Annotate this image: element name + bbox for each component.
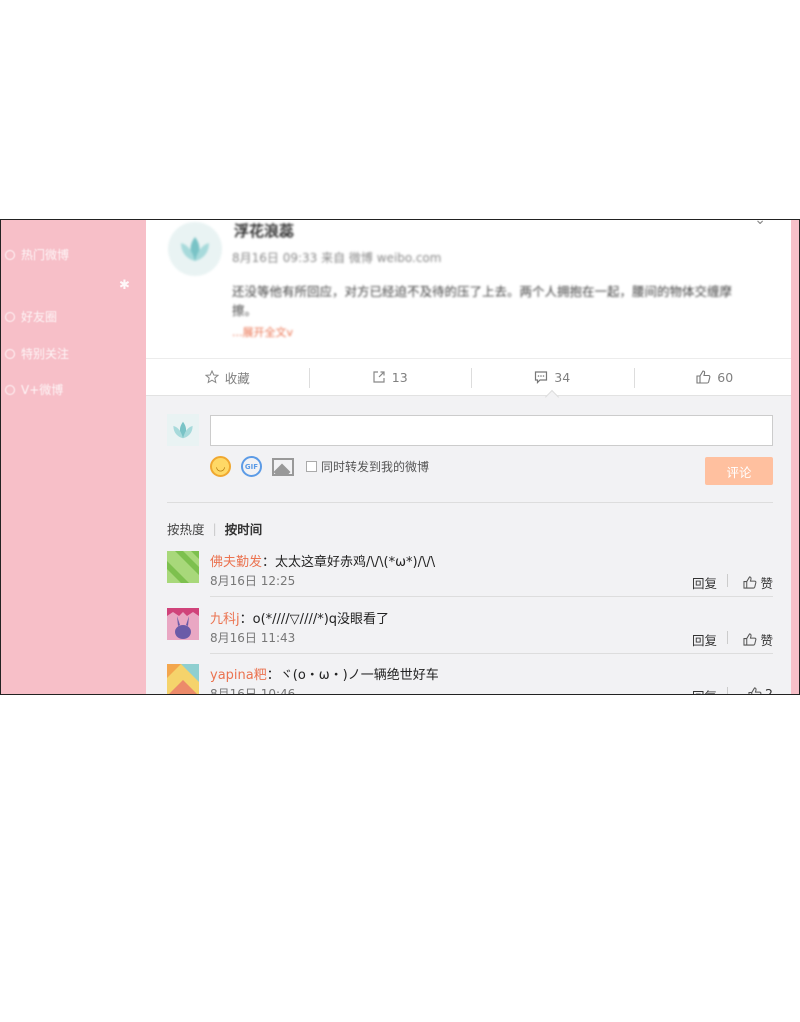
like-label: 赞	[760, 576, 773, 591]
sort-by-hot[interactable]: 按热度	[167, 519, 205, 538]
avatar[interactable]	[168, 222, 222, 276]
reply-button[interactable]: 回复	[692, 630, 717, 649]
list-item: 九科j：o(*////▽////*)q没眼看了 8月16日 11:43 回复 赞	[167, 608, 773, 664]
expand-label: ...展开全文	[232, 326, 287, 339]
comment-user[interactable]: 九科j	[210, 612, 240, 627]
repost-count: 13	[391, 369, 408, 385]
comment-divider	[210, 596, 773, 597]
composer-tools: ◡ GIF 同时转发到我的微博	[210, 456, 429, 477]
like-label: 赞	[760, 633, 773, 648]
divider	[167, 502, 773, 503]
comment-time: 8月16日 10:46	[210, 687, 296, 695]
comment-colon: ：	[262, 555, 276, 570]
post-text: 还没等他有所回应，对方已经迫不及待的压了上去。两个人拥抱在一起，腰间的物体交缠摩…	[232, 284, 733, 318]
separator	[727, 687, 728, 694]
separator	[727, 631, 728, 644]
weibo-post: 浮花浪蕊 8月16日 09:33 来自 微博 weibo.com 还没等他有所回…	[146, 220, 796, 358]
favorite-button[interactable]: 收藏	[146, 359, 309, 395]
comment-icon	[535, 371, 548, 384]
thumbs-up-icon	[696, 370, 711, 384]
repost-checkbox[interactable]	[306, 461, 317, 472]
friends-icon	[5, 311, 15, 322]
emoji-icon[interactable]: ◡	[210, 456, 231, 477]
comment-time: 8月16日 12:25	[210, 574, 296, 588]
thumbs-up-icon	[743, 576, 757, 589]
avatar[interactable]	[167, 664, 199, 694]
comment-text: o(*////▽////*)q没眼看了	[252, 612, 390, 627]
comment-user[interactable]: yapina粑	[210, 668, 267, 683]
feed-main: 浮花浪蕊 8月16日 09:33 来自 微博 weibo.com 还没等他有所回…	[146, 220, 796, 694]
comment-time: 8月16日 11:43	[210, 631, 296, 645]
sidebar-item-label: 好友圈	[21, 310, 58, 324]
comment-colon: ：	[266, 668, 280, 683]
expand-link[interactable]: ...展开全文v	[232, 324, 293, 340]
vplus-icon	[5, 384, 15, 395]
comment-divider	[210, 653, 773, 654]
like-comment-button[interactable]: 赞	[743, 573, 773, 592]
sort-separator: |	[212, 521, 217, 536]
post-author[interactable]: 浮花浪蕊	[234, 220, 294, 241]
sidebar-item-special[interactable]: 特别关注	[5, 345, 69, 362]
comment-user[interactable]: 佛夫勤发	[210, 555, 262, 570]
sidebar: 热门微博 ✱ 好友圈 特别关注 V+微博	[1, 220, 146, 694]
sort-by-time[interactable]: 按时间	[225, 519, 263, 538]
list-item: 佛夫勤发：太太这章好赤鸡/\/\(*ω*)/\/\ 8月16日 12:25 回复…	[167, 551, 773, 607]
comment-line: 九科j：o(*////▽////*)q没眼看了	[210, 608, 389, 627]
post-actions: 收藏 13 34 60	[146, 358, 796, 396]
comment-colon: ：	[239, 612, 253, 627]
avatar[interactable]	[167, 551, 199, 583]
sidebar-item-label: 特别关注	[21, 347, 70, 361]
sidebar-item-hot[interactable]: 热门微博	[5, 246, 69, 263]
comment-input[interactable]	[210, 415, 773, 446]
list-item: yapina粑：ヾ(o・ω・)ノ一辆绝世好车 8月16日 10:46 回复 2	[167, 664, 773, 695]
avatar-image	[167, 608, 199, 640]
app-window: 热门微博 ✱ 好友圈 特别关注 V+微博 浮花浪蕊 8月16日 09:33 来自…	[0, 219, 800, 695]
favorite-label: 收藏	[224, 370, 250, 386]
repost-button[interactable]: 13	[308, 359, 472, 395]
avatar[interactable]	[167, 414, 199, 446]
image-icon[interactable]	[272, 457, 294, 476]
comment-sort: 按热度 | 按时间	[167, 519, 262, 538]
sidebar-item-friends[interactable]: 好友圈	[5, 308, 57, 325]
thumbs-up-icon	[748, 687, 762, 694]
like-count: 2	[765, 686, 773, 695]
star-icon	[5, 348, 15, 359]
thumbs-up-icon	[743, 633, 757, 646]
like-comment-button[interactable]: 2	[748, 686, 773, 695]
submit-comment-button[interactable]: 评论	[705, 457, 773, 485]
gif-icon[interactable]: GIF	[241, 456, 262, 477]
comment-text: 太太这章好赤鸡/\/\(*ω*)/\/\	[275, 555, 436, 570]
sidebar-item-vplus[interactable]: V+微博	[5, 381, 63, 398]
lotus-icon	[173, 421, 193, 439]
comment-line: 佛夫勤发：太太这章好赤鸡/\/\(*ω*)/\/\	[210, 551, 435, 570]
lotus-icon	[181, 237, 209, 261]
avatar-image	[167, 664, 199, 694]
post-meta: 8月16日 09:33 来自 微博 weibo.com	[232, 251, 442, 265]
comment-text: ヾ(o・ω・)ノ一辆绝世好车	[279, 668, 439, 683]
sidebar-item-label: 热门微博	[21, 248, 70, 262]
avatar-image	[167, 551, 199, 583]
repost-checkbox-label[interactable]: 同时转发到我的微博	[321, 458, 429, 475]
separator	[727, 574, 728, 587]
chevron-down-icon[interactable]: ⌄	[754, 220, 766, 228]
like-count: 60	[717, 369, 734, 385]
reply-button[interactable]: 回复	[692, 686, 717, 694]
like-comment-button[interactable]: 赞	[743, 630, 773, 649]
sidebar-item-label: V+微博	[21, 383, 64, 397]
star-outline-icon	[204, 370, 219, 384]
gear-icon[interactable]: ✱	[119, 278, 130, 293]
right-edge	[791, 220, 799, 694]
like-button[interactable]: 60	[633, 359, 797, 395]
share-icon	[373, 371, 385, 383]
comment-count: 34	[554, 369, 571, 385]
hot-icon	[5, 249, 15, 260]
reply-button[interactable]: 回复	[692, 573, 717, 592]
avatar[interactable]	[167, 608, 199, 640]
comment-line: yapina粑：ヾ(o・ω・)ノ一辆绝世好车	[210, 664, 439, 683]
expand-arrow: v	[286, 326, 294, 339]
